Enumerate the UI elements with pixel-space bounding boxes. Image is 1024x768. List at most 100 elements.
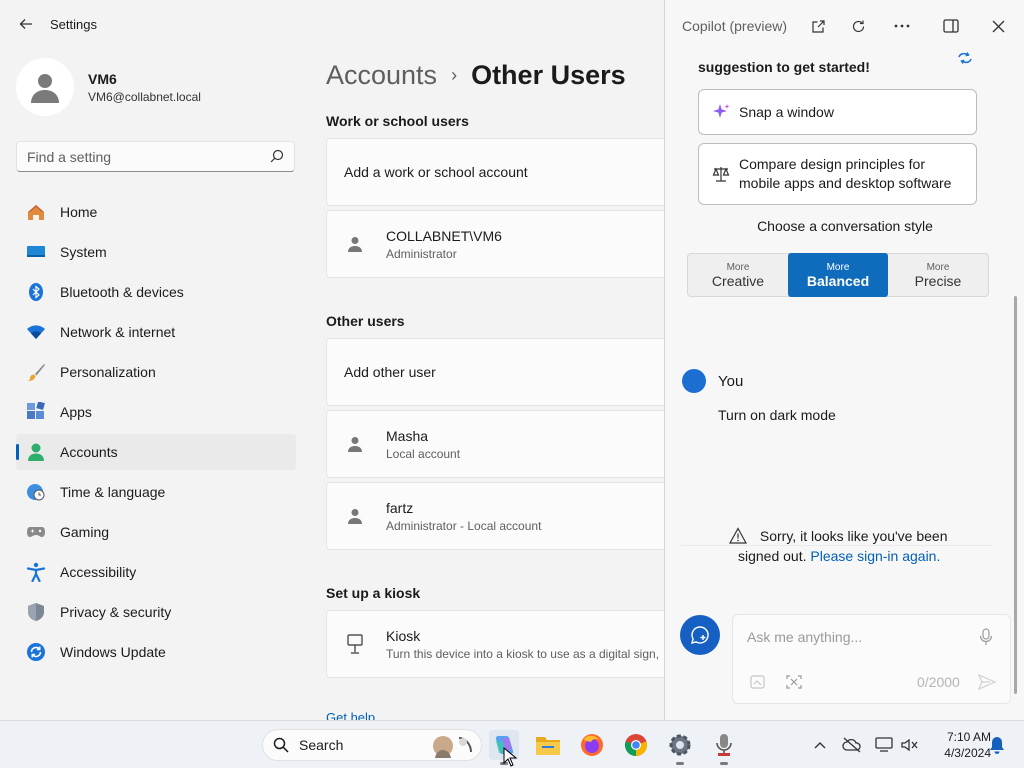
volume-tray[interactable] — [899, 735, 919, 755]
shield-icon — [26, 602, 46, 622]
bell-icon — [990, 737, 1004, 754]
bluetooth-icon — [26, 282, 46, 302]
taskbar-file-explorer[interactable] — [533, 730, 563, 760]
apps-icon — [26, 402, 46, 422]
ask-box: 0/2000 — [732, 614, 1011, 704]
style-balanced-button[interactable]: More Balanced — [788, 253, 888, 297]
person-icon — [346, 235, 364, 253]
dock-side-button[interactable] — [941, 16, 961, 36]
search-icon[interactable] — [270, 149, 284, 163]
folder-icon — [536, 737, 560, 755]
work-user-card[interactable]: COLLABNET\VM6 Administrator — [326, 210, 664, 278]
sidebar-item-windows-update[interactable]: Windows Update — [16, 634, 296, 670]
user-role: Administrator — [386, 246, 457, 261]
refresh-button[interactable] — [848, 16, 868, 36]
refresh-icon — [852, 20, 864, 32]
add-work-account-card[interactable]: Add a work or school account — [326, 138, 664, 206]
more-options-button[interactable] — [892, 16, 912, 36]
sparkle-icon — [711, 102, 731, 122]
sidebar-item-gaming[interactable]: Gaming — [16, 514, 296, 550]
refresh-suggestions-icon[interactable] — [955, 48, 975, 68]
sign-in-link[interactable]: Please sign-in again. — [810, 548, 940, 564]
sidebar-item-apps[interactable]: Apps — [16, 394, 296, 430]
ask-input[interactable] — [747, 629, 967, 645]
system-icon — [26, 242, 46, 262]
new-topic-button[interactable] — [680, 615, 720, 655]
sidebar-item-network[interactable]: Network & internet — [16, 314, 296, 350]
user-message-header: You — [682, 369, 743, 393]
sidebar-item-label: System — [60, 244, 107, 260]
taskbar-clock[interactable]: 7:10 AM 4/3/2024 — [925, 729, 991, 761]
show-hidden-icons-button[interactable] — [810, 735, 830, 755]
conversation-style-title: Choose a conversation style — [757, 218, 933, 234]
style-label: Precise — [914, 272, 962, 289]
back-button[interactable] — [14, 12, 38, 36]
sidebar-item-label: Accessibility — [60, 564, 137, 580]
person-icon — [31, 74, 59, 103]
title-bar: Settings — [0, 0, 664, 48]
style-label: Balanced — [806, 272, 870, 289]
user-name: Masha — [386, 427, 429, 444]
taskbar-firefox[interactable] — [577, 730, 607, 760]
scrollbar[interactable] — [1014, 296, 1017, 694]
sidebar-item-label: Network & internet — [60, 324, 176, 340]
style-creative-button[interactable]: More Creative — [688, 254, 788, 296]
kiosk-icon — [346, 634, 364, 654]
suggestion-compare-design[interactable]: Compare design principles for mobile app… — [698, 143, 977, 205]
section-title-work: Work or school users — [326, 113, 469, 129]
copilot-intro: suggestion to get started! — [698, 59, 870, 75]
sidebar-item-accessibility[interactable]: Accessibility — [16, 554, 296, 590]
kiosk-card[interactable]: Kiosk Turn this device into a kiosk to u… — [326, 610, 664, 678]
settings-search — [16, 141, 295, 172]
sidebar-item-personalization[interactable]: Personalization — [16, 354, 296, 390]
taskbar-chrome[interactable] — [621, 730, 651, 760]
sidebar-item-system[interactable]: System — [16, 234, 296, 270]
search-input[interactable] — [17, 148, 257, 165]
add-other-user-card[interactable]: Add other user — [326, 338, 664, 406]
open-external-icon — [811, 19, 825, 33]
get-help-link[interactable]: Get help — [326, 710, 375, 720]
style-precise-button[interactable]: More Precise — [888, 254, 988, 296]
microphone-icon[interactable] — [978, 628, 994, 646]
sidebar-item-label: Bluetooth & devices — [60, 284, 184, 300]
chrome-icon — [624, 734, 648, 757]
taskbar-settings[interactable] — [665, 730, 695, 765]
sidebar-item-label: Gaming — [60, 524, 110, 540]
sidebar-item-privacy[interactable]: Privacy & security — [16, 594, 296, 630]
sidebar-item-home[interactable]: Home — [16, 194, 296, 230]
suggestion-snap-window[interactable]: Snap a window — [698, 89, 977, 135]
search-highlight-icon — [433, 736, 472, 758]
taskbar-recorder[interactable] — [709, 730, 739, 765]
style-prefix: More — [826, 261, 850, 273]
sidebar-item-label: Windows Update — [60, 644, 166, 660]
open-external-button[interactable] — [808, 16, 828, 36]
signed-out-notice: Sorry, it looks like you've been signed … — [729, 526, 979, 566]
user-profile[interactable]: VM6 VM6@collabnet.local — [16, 58, 201, 116]
other-user-card[interactable]: fartz Administrator - Local account — [326, 482, 664, 550]
person-icon — [346, 507, 364, 525]
onedrive-tray[interactable] — [842, 735, 862, 755]
page-title: Other Users — [471, 60, 626, 90]
close-button[interactable] — [988, 16, 1008, 36]
cloud-offline-icon — [842, 737, 861, 753]
copilot-header: Copilot (preview) — [665, 0, 1024, 52]
sidebar-item-time-language[interactable]: Time & language — [16, 474, 296, 510]
send-icon[interactable] — [977, 672, 997, 692]
other-user-card[interactable]: Masha Local account — [326, 410, 664, 478]
network-tray[interactable] — [874, 735, 894, 755]
notifications-button[interactable] — [987, 735, 1007, 755]
volume-mute-icon — [901, 738, 918, 752]
screenshot-icon[interactable] — [785, 673, 803, 691]
profile-name: VM6 — [88, 70, 117, 87]
sidebar-item-bluetooth[interactable]: Bluetooth & devices — [16, 274, 296, 310]
taskbar-search[interactable]: Search — [262, 729, 482, 761]
sidebar-item-accounts[interactable]: Accounts — [16, 434, 296, 470]
accounts-icon — [26, 442, 46, 462]
clock-time: 7:10 AM — [946, 730, 991, 744]
search-icon — [273, 737, 289, 753]
breadcrumb-parent[interactable]: Accounts — [326, 60, 437, 91]
recorder-icon — [716, 734, 732, 756]
copilot-title: Copilot (preview) — [682, 18, 788, 34]
sidebar-item-label: Apps — [60, 404, 92, 420]
image-add-icon[interactable] — [749, 673, 767, 691]
